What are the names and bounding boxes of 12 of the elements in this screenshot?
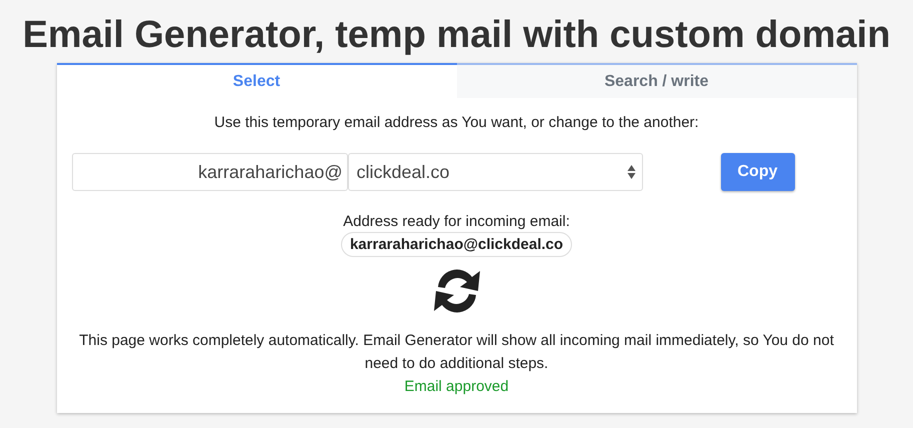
instruction-text: Use this temporary email address as You want, or change to the another:: [214, 114, 699, 131]
email-address-badge: karraraharichao@clickdeal.co: [340, 232, 572, 257]
copy-button[interactable]: Copy: [720, 153, 794, 191]
select-arrows-icon: [626, 164, 636, 180]
description-text: This page works completely automatically. Email Generator will show all incoming mail immediately, so You do not need to do additional steps.: [78, 331, 835, 374]
page-title: Email Generator, temp mail with custom domain: [22, 13, 890, 58]
status-text: Email approved: [404, 377, 509, 397]
tab[interactable]: Search / write: [456, 63, 856, 98]
username-field[interactable]: karraraharichao@: [72, 153, 348, 191]
ready-label: Address ready for incoming email:: [343, 213, 570, 230]
tab[interactable]: Select: [56, 63, 456, 98]
domain-select[interactable]: clickdeal.co: [348, 153, 642, 191]
